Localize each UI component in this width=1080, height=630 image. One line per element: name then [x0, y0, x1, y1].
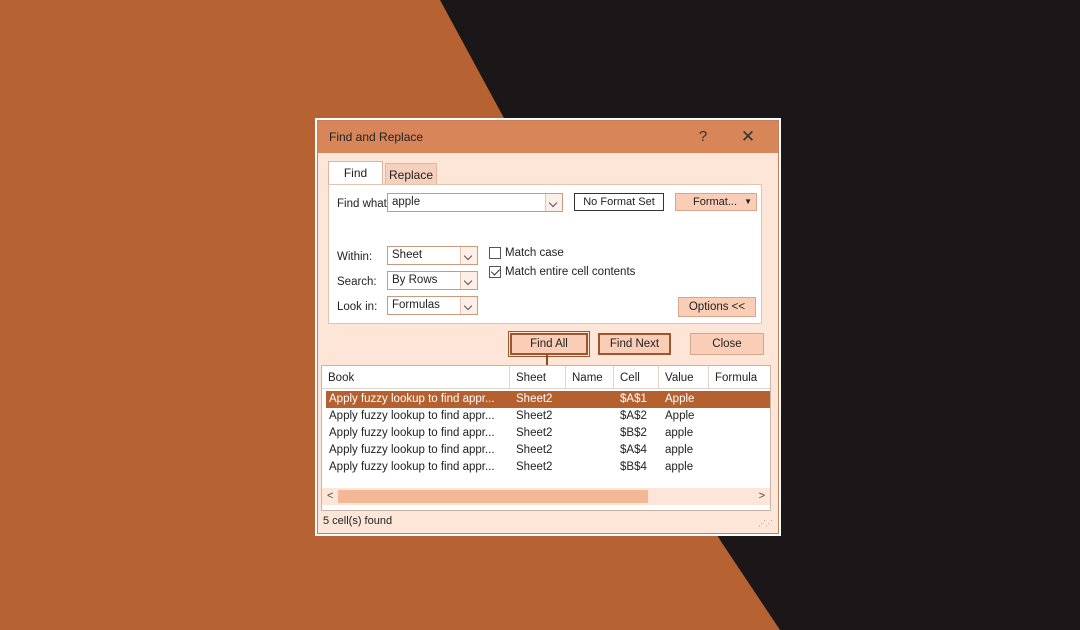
find-what-label: Find what:: [337, 198, 391, 210]
match-entire-checkbox[interactable]: [489, 266, 501, 278]
look-in-label: Look in:: [337, 301, 378, 313]
chevron-down-icon[interactable]: [545, 194, 562, 211]
cell-book: Apply fuzzy lookup to find appr...: [329, 444, 495, 456]
cell-sheet: Sheet2: [516, 410, 553, 422]
cell-value: apple: [665, 461, 694, 473]
chevron-down-icon[interactable]: [460, 297, 477, 314]
title-bar[interactable]: Find and Replace ? ✕: [318, 121, 778, 153]
cell-book: Apply fuzzy lookup to find appr...: [329, 393, 495, 405]
table-row[interactable]: Apply fuzzy lookup to find appr... Sheet…: [326, 391, 770, 408]
find-replace-dialog: Find and Replace ? ✕ Find Replace Find w…: [317, 120, 779, 534]
cell-address: $A$1: [620, 393, 647, 405]
status-text: 5 cell(s) found: [323, 515, 393, 527]
cell-book: Apply fuzzy lookup to find appr...: [329, 427, 495, 439]
search-value: By Rows: [392, 274, 438, 286]
table-row[interactable]: Apply fuzzy lookup to find appr... Sheet…: [326, 442, 770, 459]
format-button-label: Format...: [693, 196, 738, 208]
cell-book: Apply fuzzy lookup to find appr...: [329, 410, 495, 422]
resize-grip-icon[interactable]: ⋰⋰: [758, 519, 773, 528]
close-button[interactable]: Close: [690, 333, 764, 355]
find-what-combo[interactable]: apple: [387, 193, 563, 212]
dialog-title: Find and Replace: [329, 130, 424, 144]
within-value: Sheet: [392, 249, 423, 261]
within-label: Within:: [337, 251, 373, 263]
horizontal-scrollbar[interactable]: < >: [322, 488, 770, 505]
cell-sheet: Sheet2: [516, 444, 553, 456]
cell-address: $A$2: [620, 410, 647, 422]
match-entire-label[interactable]: Match entire cell contents: [505, 266, 635, 278]
tab-replace-label: Replace: [388, 168, 434, 182]
column-header-cell[interactable]: Cell: [614, 366, 659, 388]
cell-book: Apply fuzzy lookup to find appr...: [329, 461, 495, 473]
cell-value: Apple: [665, 393, 695, 405]
find-next-button[interactable]: Find Next: [598, 333, 671, 355]
format-preview: No Format Set: [574, 193, 664, 211]
tab-replace[interactable]: Replace: [385, 163, 437, 185]
search-select[interactable]: By Rows: [387, 271, 478, 290]
close-icon[interactable]: ✕: [734, 126, 762, 148]
find-what-input[interactable]: apple: [392, 196, 420, 208]
match-case-label[interactable]: Match case: [505, 247, 564, 259]
column-header-sheet[interactable]: Sheet: [510, 366, 566, 388]
table-row[interactable]: Apply fuzzy lookup to find appr... Sheet…: [326, 459, 770, 476]
format-button[interactable]: Format... ▼: [675, 193, 757, 211]
cell-sheet: Sheet2: [516, 393, 553, 405]
help-icon[interactable]: ?: [689, 126, 717, 148]
cell-sheet: Sheet2: [516, 461, 553, 473]
column-header-value[interactable]: Value: [659, 366, 709, 388]
table-row[interactable]: Apply fuzzy lookup to find appr... Sheet…: [326, 425, 770, 442]
within-select[interactable]: Sheet: [387, 246, 478, 265]
chevron-left-icon[interactable]: <: [327, 490, 333, 502]
scrollbar-thumb[interactable]: [338, 490, 648, 503]
chevron-down-icon[interactable]: [460, 272, 477, 289]
results-list[interactable]: Book Sheet Name Cell Value Formula Apply…: [321, 365, 771, 511]
tab-find-label: Find: [343, 166, 368, 180]
cell-value: apple: [665, 427, 694, 439]
search-label: Search:: [337, 276, 377, 288]
dropdown-triangle-icon[interactable]: ▼: [744, 194, 752, 210]
chevron-right-icon[interactable]: >: [759, 490, 765, 502]
chevron-down-icon[interactable]: [460, 247, 477, 264]
results-header: Book Sheet Name Cell Value Formula: [322, 366, 770, 389]
look-in-value: Formulas: [392, 299, 440, 311]
cell-value: Apple: [665, 410, 695, 422]
tab-find[interactable]: Find: [328, 161, 383, 185]
cell-sheet: Sheet2: [516, 427, 553, 439]
cell-address: $B$4: [620, 461, 647, 473]
look-in-select[interactable]: Formulas: [387, 296, 478, 315]
column-header-book[interactable]: Book: [322, 366, 510, 388]
cell-address: $A$4: [620, 444, 647, 456]
cell-address: $B$2: [620, 427, 647, 439]
options-button[interactable]: Options <<: [678, 297, 756, 317]
cell-value: apple: [665, 444, 694, 456]
match-case-checkbox[interactable]: [489, 247, 501, 259]
table-row[interactable]: Apply fuzzy lookup to find appr... Sheet…: [326, 408, 770, 425]
find-all-button[interactable]: Find All: [508, 331, 590, 357]
column-header-name[interactable]: Name: [566, 366, 614, 388]
column-header-formula[interactable]: Formula: [709, 366, 770, 388]
find-panel: Find what: apple No Format Set Format...…: [328, 184, 762, 324]
